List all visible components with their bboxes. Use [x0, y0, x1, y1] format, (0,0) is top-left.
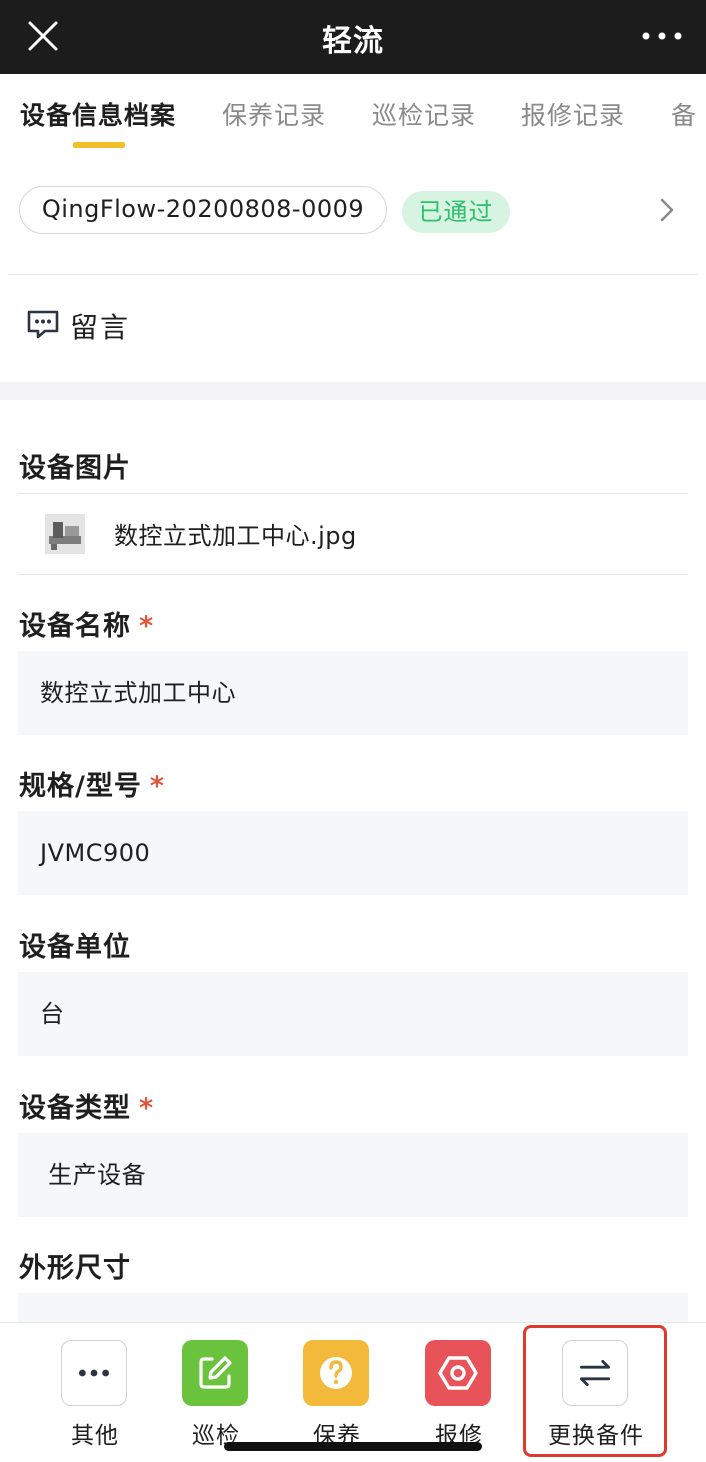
edit-icon	[182, 1340, 248, 1406]
action-inspection-button[interactable]: 巡检	[182, 1340, 250, 1449]
more-icon	[61, 1340, 127, 1406]
equipment-image-label: 设备图片	[19, 453, 131, 484]
tab-repair[interactable]: 报修记录	[521, 96, 625, 132]
required-marker: *	[139, 1093, 155, 1124]
tab-bar: 设备信息档案 保养记录 巡检记录 报修记录 备	[0, 74, 706, 150]
action-label: 其他	[71, 1423, 119, 1449]
comment-icon[interactable]	[26, 308, 60, 340]
required-marker: *	[139, 611, 155, 642]
tab-inspection[interactable]: 巡检记录	[372, 96, 476, 132]
tab-equipment-info[interactable]: 设备信息档案	[20, 96, 176, 132]
home-indicator	[224, 1442, 482, 1451]
dimensions-label: 外形尺寸	[19, 1253, 131, 1284]
action-maintenance-button[interactable]: 保养	[303, 1340, 371, 1449]
section-separator	[0, 382, 706, 400]
unit-label: 设备单位	[19, 932, 131, 963]
tab-maintenance[interactable]: 保养记录	[222, 96, 326, 132]
equipment-name-label: 设备名称 *	[19, 611, 155, 642]
required-marker: *	[149, 771, 165, 802]
equipment-type-label: 设备类型 *	[19, 1093, 155, 1124]
image-file-link[interactable]: 数控立式加工中心.jpg	[114, 516, 357, 551]
app-title: 轻流	[322, 24, 384, 59]
equipment-thumbnail[interactable]	[45, 514, 85, 554]
comment-button[interactable]: 留言	[70, 306, 130, 346]
divider	[18, 493, 688, 494]
model-label: 规格/型号 *	[19, 771, 165, 802]
hex-nut-icon	[425, 1340, 491, 1406]
divider	[8, 274, 698, 275]
top-bar: 轻流	[0, 0, 706, 74]
unit-field[interactable]: 台	[18, 972, 688, 1056]
question-icon	[303, 1340, 369, 1406]
active-tab-indicator	[73, 142, 125, 148]
action-repair-button[interactable]: 报修	[425, 1340, 493, 1449]
more-icon[interactable]	[640, 24, 684, 48]
tab-spare-parts[interactable]: 备	[671, 96, 697, 132]
highlight-box	[523, 1325, 667, 1457]
model-field[interactable]: JVMC900	[18, 811, 688, 895]
action-other-button[interactable]: 其他	[61, 1340, 129, 1449]
equipment-name-field[interactable]: 数控立式加工中心	[18, 651, 688, 735]
divider	[18, 574, 688, 575]
record-id-badge: QingFlow-20200808-0009	[19, 186, 387, 234]
status-badge: 已通过	[402, 191, 510, 233]
chevron-right-icon[interactable]	[655, 196, 679, 224]
equipment-type-field[interactable]: 生产设备	[18, 1133, 688, 1217]
